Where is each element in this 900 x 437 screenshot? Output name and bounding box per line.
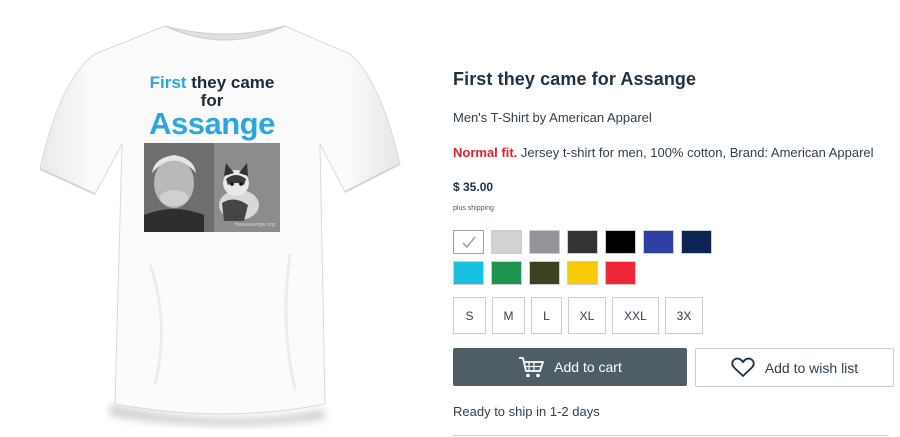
size-3x[interactable]: 3X [665,297,703,334]
print-photo: freeassange.org [144,143,280,232]
swatch-olive[interactable] [529,261,560,285]
size-m[interactable]: M [492,297,525,334]
swatch-heather-grey[interactable] [491,230,522,254]
swatch-black[interactable] [605,230,636,254]
print-heading: First they came for Assange [144,74,280,139]
size-s[interactable]: S [453,297,486,334]
swatch-grey[interactable] [529,230,560,254]
swatch-row-2 [453,261,723,285]
product-subtitle: Men's T-Shirt by American Apparel [453,110,652,125]
size-xl[interactable]: XL [568,297,606,334]
photo-caption: freeassange.org [234,222,275,228]
shipping-note: plus shipping [453,205,494,212]
swatch-turquoise[interactable] [453,261,484,285]
print-heading-accent: First [149,73,187,92]
heart-icon [731,357,755,377]
swatch-white[interactable] [453,230,484,254]
photo-illustration [144,143,280,232]
fit-details: Jersey t-shirt for men, 100% cotton, Bra… [520,145,874,160]
add-to-wish-list-label: Add to wish list [764,359,859,376]
add-to-wish-list-button[interactable]: Add to wish list [695,348,894,387]
shirt-print: First they came for Assange freeassange.… [144,74,280,232]
cart-icon [519,357,545,378]
size-l[interactable]: L [531,297,562,334]
swatch-yellow[interactable] [567,261,598,285]
product-image[interactable]: First they came for Assange freeassange.… [40,24,410,429]
print-heading-rest: they came for [186,73,275,110]
divider [453,435,889,436]
swatch-red[interactable] [605,261,636,285]
product-title: First they came for Assange [453,69,697,89]
product-details: First they came for Assange Men's T-Shir… [453,0,898,437]
add-to-cart-label: Add to cart [554,359,622,375]
swatch-row-1 [453,230,723,254]
price: $ 35.00 [453,180,494,194]
add-to-cart-button[interactable]: Add to cart [453,348,687,386]
fit-description: Normal fit. Jersey t-shirt for men, 100%… [453,145,874,160]
size-xxl[interactable]: XXL [612,297,659,334]
swatch-royal-blue[interactable] [643,230,674,254]
swatch-navy[interactable] [681,230,712,254]
swatch-charcoal[interactable] [567,230,598,254]
color-swatches [453,230,723,292]
size-selector: S M L XL XXL 3X [453,297,703,334]
swatch-kelly-green[interactable] [491,261,522,285]
fit-label: Normal fit. [453,145,518,160]
check-icon [462,236,476,249]
shipping-time: Ready to ship in 1-2 days [453,404,600,419]
print-name: Assange [149,106,275,141]
